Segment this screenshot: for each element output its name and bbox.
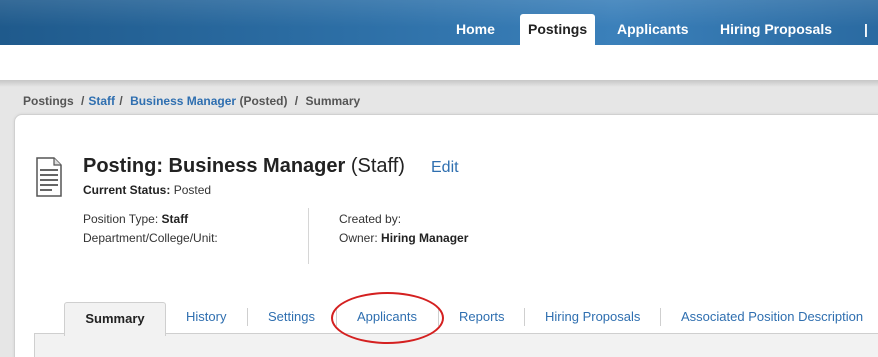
document-icon xyxy=(36,157,62,197)
posting-type-suffix: (Staff) xyxy=(350,155,405,177)
nav-home[interactable]: Home xyxy=(456,14,495,45)
tab-hiring-proposals[interactable]: Hiring Proposals xyxy=(545,308,640,326)
breadcrumb-postings[interactable]: Postings xyxy=(23,94,74,108)
posting-info-left: Position Type: Staff Department/College/… xyxy=(83,210,218,248)
info-divider xyxy=(308,208,309,264)
breadcrumb-posting-link[interactable]: Business Manager xyxy=(130,94,236,108)
tab-separator xyxy=(247,308,248,326)
tab-separator xyxy=(660,308,661,326)
breadcrumb-separator: / xyxy=(294,94,299,108)
posting-info-right: Created by: Owner: Hiring Manager xyxy=(339,210,468,248)
owner-value: Hiring Manager xyxy=(381,231,469,245)
tab-content-border xyxy=(34,334,35,357)
tab-associated-position-description[interactable]: Associated Position Description xyxy=(681,308,863,326)
nav-hiring-proposals[interactable]: Hiring Proposals xyxy=(720,14,832,45)
nav-applicants[interactable]: Applicants xyxy=(617,14,689,45)
breadcrumb-posting-state: (Posted) xyxy=(239,94,288,108)
breadcrumb-separator: / xyxy=(81,94,85,108)
department-label: Department/College/Unit: xyxy=(83,231,218,245)
page-title: Posting: Business Manager (Staff) xyxy=(83,155,405,178)
nav-postings[interactable]: Postings xyxy=(520,14,596,45)
posting-title: Posting: Business Manager xyxy=(83,155,346,177)
position-type-label: Position Type: xyxy=(83,212,159,226)
main-nav: Home Postings Applicants Hiring Proposal… xyxy=(0,14,878,45)
tab-separator xyxy=(524,308,525,326)
tab-summary[interactable]: Summary xyxy=(64,302,166,336)
header-shadow xyxy=(0,81,878,87)
status-value: Posted xyxy=(173,183,212,197)
owner-label: Owner: xyxy=(339,231,378,245)
nav-separator: | xyxy=(864,21,868,37)
position-type-value: Staff xyxy=(161,212,189,226)
current-status: Current Status: Posted xyxy=(83,183,211,197)
breadcrumb-current: Summary xyxy=(305,94,361,108)
highlight-circle xyxy=(331,292,444,344)
edit-link[interactable]: Edit xyxy=(431,159,459,177)
breadcrumb: Postings / Staff / Business Manager (Post… xyxy=(23,94,360,108)
header-band xyxy=(0,45,878,81)
status-label: Current Status: xyxy=(83,183,171,197)
tab-content-area xyxy=(34,334,878,357)
tab-settings[interactable]: Settings xyxy=(268,308,315,326)
tab-reports[interactable]: Reports xyxy=(459,308,505,326)
breadcrumb-staff[interactable]: Staff xyxy=(88,94,115,108)
tab-history[interactable]: History xyxy=(186,308,226,326)
created-by-label: Created by: xyxy=(339,212,402,226)
breadcrumb-separator: / xyxy=(119,94,123,108)
